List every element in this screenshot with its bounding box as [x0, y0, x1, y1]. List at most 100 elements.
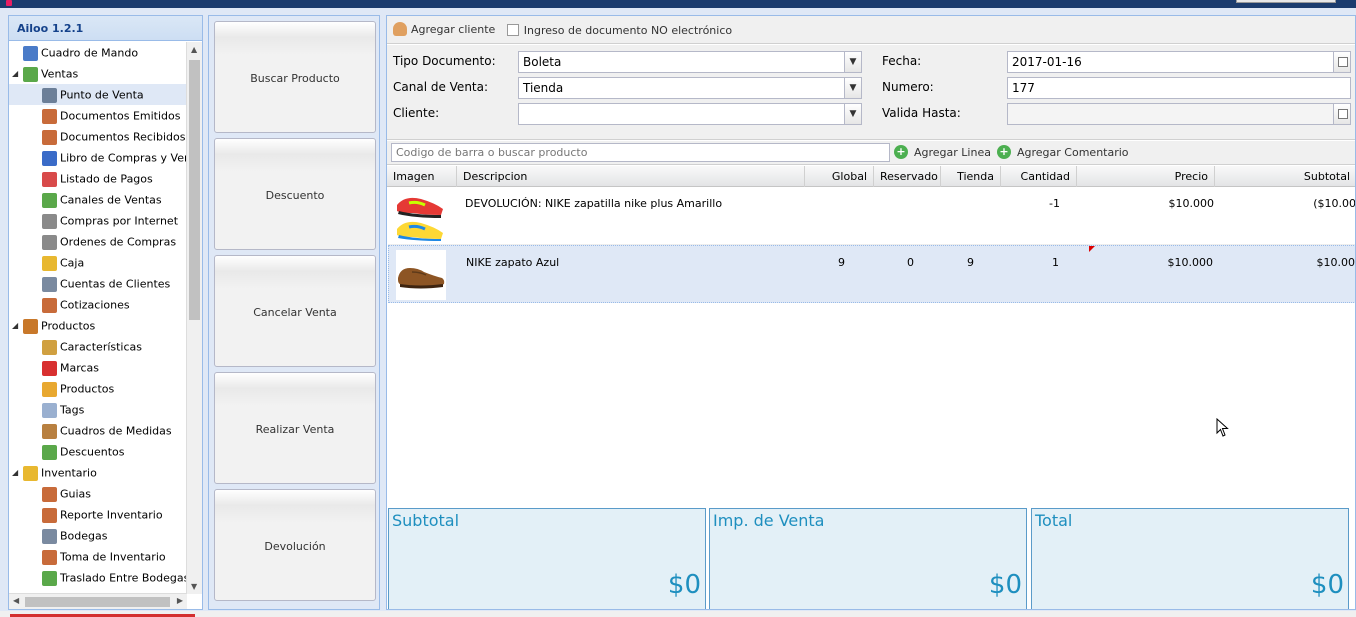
tree-horizontal-scrollbar[interactable]: ◀ ▶: [9, 593, 187, 609]
tree-item[interactable]: Toma de Inventario: [9, 546, 187, 567]
chevron-down-icon[interactable]: ▼: [844, 78, 861, 98]
tree-item[interactable]: Compras por Internet: [9, 210, 187, 231]
tree-item[interactable]: Guias: [9, 483, 187, 504]
pos-icon: [42, 87, 57, 103]
fecha-field[interactable]: 2017-01-16: [1007, 51, 1351, 73]
tree-item[interactable]: Cotizaciones: [9, 294, 187, 315]
grid-header: Imagen Descripcion Global Reservado Tien…: [387, 166, 1355, 187]
descuento-button[interactable]: Descuento: [214, 138, 376, 250]
coins-icon: [42, 255, 57, 271]
tree-item[interactable]: Cuadro de Mando: [9, 42, 187, 63]
numero-value: 177: [1012, 81, 1035, 95]
tree-item[interactable]: Caja: [9, 252, 187, 273]
add-client-button[interactable]: Agregar cliente: [393, 22, 495, 36]
tree-item[interactable]: Productos: [9, 378, 187, 399]
tree-item[interactable]: Libro de Compras y Ventas: [9, 147, 187, 168]
column-descripcion[interactable]: Descripcion: [457, 166, 805, 187]
tree-item[interactable]: Punto de Venta: [9, 84, 187, 105]
tree-item[interactable]: Marcas: [9, 357, 187, 378]
cart-icon: [42, 234, 57, 250]
chevron-down-icon[interactable]: ▼: [844, 104, 861, 124]
devolucion-button[interactable]: Devolución: [214, 489, 376, 601]
cancelar-venta-button[interactable]: Cancelar Venta: [214, 255, 376, 367]
tree-item[interactable]: Traslado Entre Bodegas: [9, 567, 187, 588]
add-line-button[interactable]: + Agregar Linea: [894, 145, 991, 159]
tree-item-label: Marcas: [60, 361, 100, 375]
canal-venta-select[interactable]: Tienda ▼: [518, 77, 862, 99]
buscar-producto-button[interactable]: Buscar Producto: [214, 21, 376, 133]
document-icon: [42, 507, 57, 523]
non-electronic-checkbox[interactable]: Ingreso de documento NO electrónico: [506, 24, 732, 37]
expand-toggle-icon[interactable]: ◢: [12, 315, 18, 336]
tree-item[interactable]: Características: [9, 336, 187, 357]
scroll-left-icon[interactable]: ◀: [13, 596, 19, 605]
scrollbar-thumb[interactable]: [189, 60, 200, 320]
tree-vertical-scrollbar[interactable]: ▲ ▼: [186, 42, 202, 594]
tipo-documento-select[interactable]: Boleta ▼: [518, 51, 862, 73]
navigation-tree: Cuadro de Mando ◢ Ventas Punto de Venta Docu…: [9, 42, 187, 594]
user-icon: [393, 22, 407, 36]
column-global[interactable]: Global: [805, 166, 874, 187]
column-cantidad[interactable]: Cantidad: [1001, 166, 1077, 187]
chevron-down-icon[interactable]: ▼: [844, 52, 861, 72]
column-reservado[interactable]: Reservado: [874, 166, 941, 187]
checkbox-icon[interactable]: [506, 24, 519, 36]
tree-item[interactable]: Canales de Ventas: [9, 189, 187, 210]
product-search-input[interactable]: Codigo de barra o buscar producto: [391, 143, 890, 162]
row-precio: $10.000: [1167, 256, 1214, 269]
document-icon: [42, 129, 57, 145]
header-control[interactable]: [1236, 0, 1336, 3]
column-tienda[interactable]: Tienda: [941, 166, 1001, 187]
tree-item[interactable]: Reporte Inventario: [9, 504, 187, 525]
mouse-cursor-icon: [1216, 418, 1229, 437]
button-label: Realizar Venta: [255, 423, 335, 436]
product-image: [395, 191, 445, 241]
tree-item[interactable]: ◢ Productos: [9, 315, 187, 336]
calendar-icon[interactable]: [1333, 52, 1350, 72]
tree-item[interactable]: Documentos Recibidos: [9, 126, 187, 147]
expand-toggle-icon[interactable]: ◢: [12, 63, 18, 84]
add-icon: +: [894, 145, 908, 159]
tax-label: Imp. de Venta: [713, 511, 825, 530]
total-value: $0: [1310, 570, 1344, 600]
column-subtotal[interactable]: Subtotal: [1215, 166, 1355, 187]
tree-item[interactable]: Descuentos: [9, 441, 187, 462]
tree-item-label: Documentos Emitidos: [60, 109, 181, 123]
add-line-label: Agregar Linea: [914, 145, 991, 159]
tree-item[interactable]: Tags: [9, 399, 187, 420]
scroll-up-icon[interactable]: ▲: [191, 45, 197, 54]
tree-item-label: Bodegas: [60, 529, 108, 543]
scroll-down-icon[interactable]: ▼: [191, 582, 197, 591]
ruler-icon: [42, 423, 57, 439]
realizar-venta-button[interactable]: Realizar Venta: [214, 372, 376, 484]
tree-item-label: Punto de Venta: [60, 88, 144, 102]
scrollbar-thumb[interactable]: [25, 597, 170, 607]
calendar-icon[interactable]: [1333, 104, 1350, 124]
add-icon: +: [997, 145, 1011, 159]
ribbon-icon: [42, 360, 57, 376]
tree-item-label: Ordenes de Compras: [60, 235, 177, 249]
row-tienda: 9: [967, 256, 974, 269]
add-comment-button[interactable]: + Agregar Comentario: [997, 145, 1129, 159]
total-box: Total $0: [1031, 508, 1349, 609]
tree-item[interactable]: Ordenes de Compras: [9, 231, 187, 252]
add-comment-label: Agregar Comentario: [1017, 145, 1129, 159]
column-imagen[interactable]: Imagen: [387, 166, 457, 187]
valida-hasta-field[interactable]: [1007, 103, 1351, 125]
scroll-right-icon[interactable]: ▶: [177, 596, 183, 605]
tree-item[interactable]: ◢ Inventario: [9, 462, 187, 483]
table-row[interactable]: NIKE zapato Azul 9 0 9 1 $10.000 $10.00: [388, 245, 1355, 303]
tree-item[interactable]: Cuadros de Medidas: [9, 420, 187, 441]
tree-item-label: Reporte Inventario: [60, 508, 163, 522]
tree-item[interactable]: Listado de Pagos: [9, 168, 187, 189]
numero-field[interactable]: 177: [1007, 77, 1351, 99]
tree-item[interactable]: Documentos Emitidos: [9, 105, 187, 126]
tree-item[interactable]: Bodegas: [9, 525, 187, 546]
expand-toggle-icon[interactable]: ◢: [12, 462, 18, 483]
column-precio[interactable]: Precio: [1077, 166, 1215, 187]
tree-item[interactable]: ◢ Ventas: [9, 63, 187, 84]
button-label: Devolución: [264, 540, 326, 553]
table-row[interactable]: DEVOLUCIÓN: NIKE zapatilla nike plus Ama…: [388, 187, 1355, 245]
tree-item[interactable]: Cuentas de Clientes: [9, 273, 187, 294]
cliente-select[interactable]: ▼: [518, 103, 862, 125]
